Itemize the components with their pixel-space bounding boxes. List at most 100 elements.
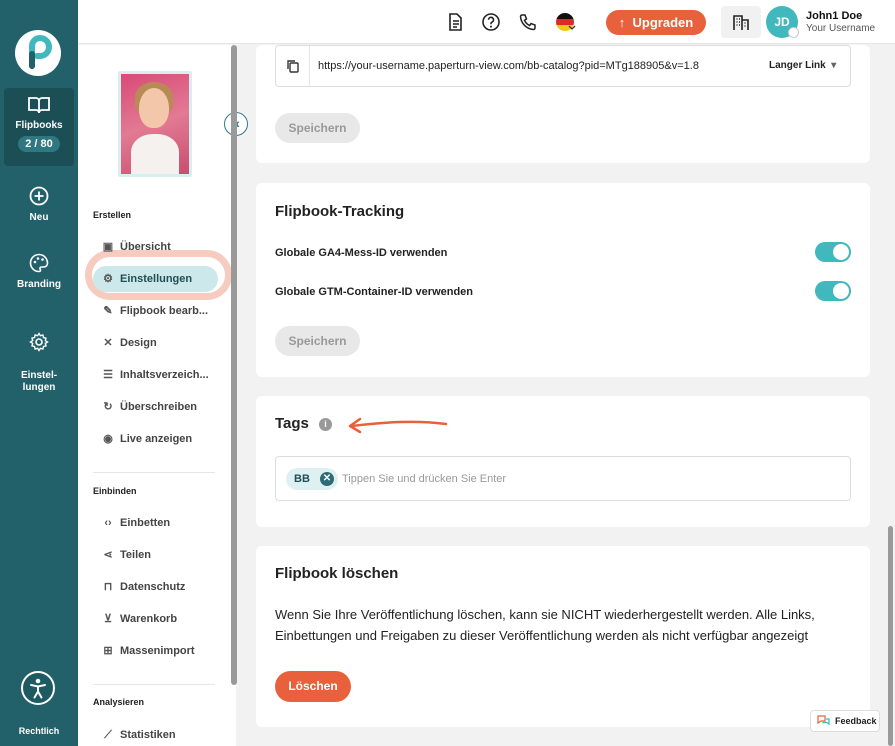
plus-circle-icon (29, 186, 49, 206)
tag-chip-label: BB (294, 473, 310, 485)
tags-placeholder: Tippen Sie und drücken Sie Enter (342, 473, 507, 485)
help-icon[interactable] (481, 12, 501, 32)
nav-label: Massenimport (120, 645, 195, 657)
nav-label: Warenkorb (120, 613, 178, 625)
import-icon: ⊞ (103, 645, 113, 657)
nav-bulk-import[interactable]: ⊞ Massenimport (93, 638, 218, 664)
section-embed: Einbinden (93, 486, 137, 496)
nav-overview[interactable]: ▣ Übersicht (93, 234, 218, 260)
gear-icon (29, 332, 49, 352)
page-scrollbar[interactable] (888, 526, 893, 746)
delete-description: Wenn Sie Ihre Veröffentlichung löschen, … (275, 607, 815, 643)
feedback-button[interactable]: Feedback (810, 710, 880, 732)
remove-tag-icon[interactable]: ✕ (319, 472, 334, 486)
legal-link[interactable]: Rechtlich (0, 726, 78, 736)
section-create: Erstellen (93, 210, 132, 220)
nav-label: Datenschutz (120, 581, 186, 593)
nav-label: Statistiken (120, 729, 176, 741)
user-username: Your Username (806, 23, 876, 34)
user-name: John1 Doe (806, 10, 863, 22)
rail-label-settings: Einstel- lungen (20, 370, 58, 393)
nav-label: Einstellungen (120, 273, 193, 285)
rail-item-new[interactable]: Neu (0, 186, 78, 224)
lock-icon: ⊓ (103, 581, 113, 593)
info-icon[interactable]: i (319, 418, 332, 431)
phone-icon[interactable] (518, 12, 538, 32)
document-icon[interactable] (445, 12, 465, 32)
tag-chip: BB ✕ (286, 468, 338, 490)
nav-label: Design (120, 337, 157, 349)
rail-label-new: Neu (29, 212, 49, 223)
tags-title: Tags (275, 415, 309, 432)
nav-view-live[interactable]: ◉ Live anzeigen (93, 426, 218, 452)
eye-icon: ◉ (103, 433, 113, 445)
share-icon: ⋖ (103, 549, 113, 561)
divider (93, 684, 215, 685)
nav-label: Teilen (120, 549, 151, 561)
accessibility-button[interactable] (21, 671, 55, 705)
nav-label: Live anzeigen (120, 433, 193, 445)
nav-privacy[interactable]: ⊓ Datenschutz (93, 574, 218, 600)
flipbook-cover-thumbnail[interactable] (118, 71, 192, 177)
save-tracking-button[interactable]: Speichern (275, 326, 360, 356)
nav-embed[interactable]: ‹› Einbetten (93, 510, 218, 536)
gtm-toggle[interactable] (815, 281, 851, 301)
refresh-icon: ↻ (103, 401, 113, 413)
link-type-select[interactable]: Langer Link ▾ (769, 60, 836, 71)
arrow-pointer-icon (348, 417, 448, 434)
nav-label: Überschreiben (120, 401, 198, 413)
upgrade-button[interactable]: ↑ Upgraden (606, 10, 706, 35)
url-field[interactable]: https://your-username.paperturn-view.com… (275, 45, 851, 87)
delete-title: Flipbook löschen (275, 565, 399, 582)
link-card: https://your-username.paperturn-view.com… (256, 45, 870, 163)
chevron-down-icon (568, 25, 576, 30)
app-logo[interactable] (15, 30, 61, 76)
nav-label: Übersicht (120, 241, 171, 253)
organization-button[interactable] (721, 6, 761, 38)
nav-label: Flipbook bearb... (120, 305, 209, 317)
caret-down-icon: ▾ (828, 60, 837, 71)
divider (93, 472, 215, 473)
tracking-card: Flipbook-Tracking Globale GA4-Mess-ID ve… (256, 183, 870, 377)
cart-icon: ⊻ (103, 613, 113, 625)
feedback-icon (817, 715, 830, 726)
nav-settings[interactable]: ⚙ Einstellungen (93, 266, 218, 292)
nav-edit-flipbook[interactable]: ✎ Flipbook bearb... (93, 298, 218, 324)
upgrade-label: Upgraden (632, 15, 694, 30)
avatar-menu-chevron-icon[interactable] (788, 27, 799, 38)
tags-card: Tags i BB ✕ Tippen Sie und drücken Sie En… (256, 396, 870, 527)
nav-overwrite[interactable]: ↻ Überschreiben (93, 394, 218, 420)
nav-share[interactable]: ⋖ Teilen (93, 542, 218, 568)
feedback-label: Feedback (835, 716, 877, 726)
ga4-label: Globale GA4-Mess-ID verwenden (275, 247, 448, 259)
tools-icon: ✕ (103, 337, 113, 349)
tags-input[interactable]: BB ✕ Tippen Sie und drücken Sie Enter (275, 456, 851, 501)
accessibility-icon (30, 678, 46, 699)
link-type-label: Langer Link (769, 60, 826, 71)
rail-item-branding[interactable]: Branding (0, 253, 78, 291)
rail-label-branding: Branding (17, 279, 61, 290)
nav-table-of-contents[interactable]: ☰ Inhaltsverzeich... (93, 362, 218, 388)
save-link-button[interactable]: Speichern (275, 113, 360, 143)
nav-label: Inhaltsverzeich... (120, 369, 209, 381)
nav-cart[interactable]: ⊻ Warenkorb (93, 606, 218, 632)
book-open-icon (28, 97, 50, 114)
gear-icon: ⚙ (103, 273, 113, 285)
gtm-label: Globale GTM-Container-ID verwenden (275, 286, 474, 298)
building-icon (733, 15, 749, 30)
sidebar-scrollbar[interactable] (231, 45, 237, 685)
nav-statistics[interactable]: ⟋ Statistiken (93, 722, 218, 746)
rail-item-settings[interactable]: Einstel- lungen (0, 320, 78, 394)
nav-design[interactable]: ✕ Design (93, 330, 218, 356)
pencil-icon: ✎ (103, 305, 113, 317)
rail-item-flipbooks[interactable]: Flipbooks 2 / 80 (0, 96, 78, 152)
nav-label: Einbetten (120, 517, 171, 529)
delete-button[interactable]: Löschen (275, 671, 351, 702)
copy-button[interactable] (276, 46, 310, 86)
copy-icon (287, 60, 299, 73)
flipbook-sidebar: « Erstellen ▣Übersicht ⚙Einstellungen ✎F… (78, 45, 248, 746)
chart-line-icon: ⟋ (104, 729, 112, 741)
url-text: https://your-username.paperturn-view.com… (318, 60, 699, 72)
layout-icon: ▣ (102, 241, 114, 253)
ga4-toggle[interactable] (815, 242, 851, 262)
